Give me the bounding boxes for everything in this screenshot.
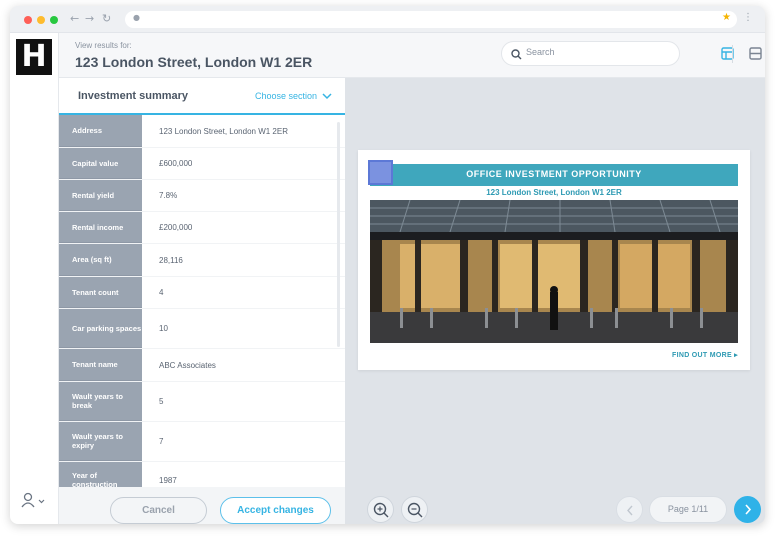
table-row[interactable]: Rental yield 7.8% [59,180,345,212]
row-value[interactable]: 5 [159,382,163,421]
page-indicator: Page 1/11 [649,496,727,523]
choose-section-link[interactable]: Choose section [255,91,317,101]
row-label: Tenant name [59,349,142,381]
chevron-down-icon[interactable] [322,93,332,100]
section-title: Investment summary [78,90,189,102]
table-row[interactable]: Rental income £200,000 [59,212,345,244]
forward-icon[interactable]: → [85,12,94,25]
back-icon[interactable]: ← [70,12,79,25]
table-row[interactable]: Wault years to break 5 [59,382,345,422]
summary-table: Address 123 London Street, London W1 2ER… [59,115,345,487]
view-divider [732,45,733,63]
row-value[interactable]: ABC Associates [159,349,216,381]
zoom-in-icon [373,502,389,518]
chevron-left-icon [627,505,633,516]
user-menu-button[interactable] [20,492,50,510]
row-value[interactable]: 4 [159,277,163,308]
search-box[interactable] [501,41,680,66]
brand-logo [368,160,393,185]
search-input[interactable] [526,47,666,57]
table-row[interactable]: Tenant name ABC Associates [59,349,345,382]
reload-icon[interactable]: ↻ [102,12,111,25]
table-row[interactable]: Car parking spaces 10 [59,309,345,349]
next-page-button[interactable] [734,496,761,523]
document-page: OFFICE INVESTMENT OPPORTUNITY 123 London… [358,150,750,370]
row-label: Rental yield [59,180,142,211]
page-title: 123 London Street, London W1 2ER [75,54,313,70]
split-icon [749,47,762,60]
banner-title: OFFICE INVESTMENT OPPORTUNITY [466,169,642,179]
document-viewer: OFFICE INVESTMENT OPPORTUNITY 123 London… [345,78,765,524]
find-out-more-link[interactable]: FIND OUT MORE ▸ [672,351,738,359]
cancel-button[interactable]: Cancel [110,497,207,524]
chevron-right-icon [745,504,752,515]
previous-page-button[interactable] [616,496,643,523]
app-window: ← → ↻ ● ★ ⋮ H View results for: 123 Lond… [10,6,765,524]
row-label: Year of construction [59,462,142,487]
table-row[interactable]: Wault years to expiry 7 [59,422,345,462]
browser-menu-icon[interactable]: ⋮ [743,12,753,23]
row-label: Capital value [59,148,142,179]
row-label: Wault years to expiry [59,422,142,461]
page-subtitle: View results for: [75,41,132,50]
row-label: Wault years to break [59,382,142,421]
split-view-button[interactable] [749,47,763,61]
row-value[interactable]: 7.8% [159,180,177,211]
browser-toolbar: ← → ↻ ● ★ ⋮ [10,6,765,33]
zoom-out-icon [407,502,423,518]
row-label: Address [59,115,142,147]
address-bar[interactable]: ● ★ [125,11,737,28]
table-row[interactable]: Area (sq ft) 28,116 [59,244,345,277]
minimize-window-button[interactable] [37,16,45,24]
row-label: Car parking spaces [59,309,142,348]
bookmark-star-icon[interactable]: ★ [722,12,731,23]
close-window-button[interactable] [24,16,32,24]
building-photo [370,200,738,343]
row-label: Rental income [59,212,142,243]
user-icon [21,492,45,508]
table-row[interactable]: Address 123 London Street, London W1 2ER [59,115,345,148]
row-value[interactable]: 28,116 [159,244,183,276]
row-value[interactable]: 123 London Street, London W1 2ER [159,115,288,147]
document-address: 123 London Street, London W1 2ER [486,188,622,197]
left-rail: H [10,33,59,524]
accept-changes-button[interactable]: Accept changes [220,497,331,524]
app-logo[interactable]: H [16,39,52,75]
section-header: Investment summary Choose section [59,78,345,115]
maximize-window-button[interactable] [50,16,58,24]
scrollbar[interactable] [337,122,340,347]
lock-icon: ● [133,13,140,22]
row-label: Tenant count [59,277,142,308]
search-icon [511,49,522,60]
table-row[interactable]: Capital value £600,000 [59,148,345,180]
row-label: Area (sq ft) [59,244,142,276]
table-row[interactable]: Tenant count 4 [59,277,345,309]
page-header: View results for: 123 London Street, Lon… [59,33,765,78]
row-value[interactable]: 7 [159,422,163,461]
row-value[interactable]: £200,000 [159,212,192,243]
details-panel: Investment summary Choose section Addres… [59,78,345,524]
panel-footer: Cancel Accept changes [59,487,345,524]
row-value[interactable]: 1987 [159,462,177,487]
row-value[interactable]: £600,000 [159,148,192,179]
row-value[interactable]: 10 [159,309,168,348]
zoom-in-button[interactable] [367,496,394,523]
zoom-out-button[interactable] [401,496,428,523]
table-row[interactable]: Year of construction 1987 [59,462,345,487]
